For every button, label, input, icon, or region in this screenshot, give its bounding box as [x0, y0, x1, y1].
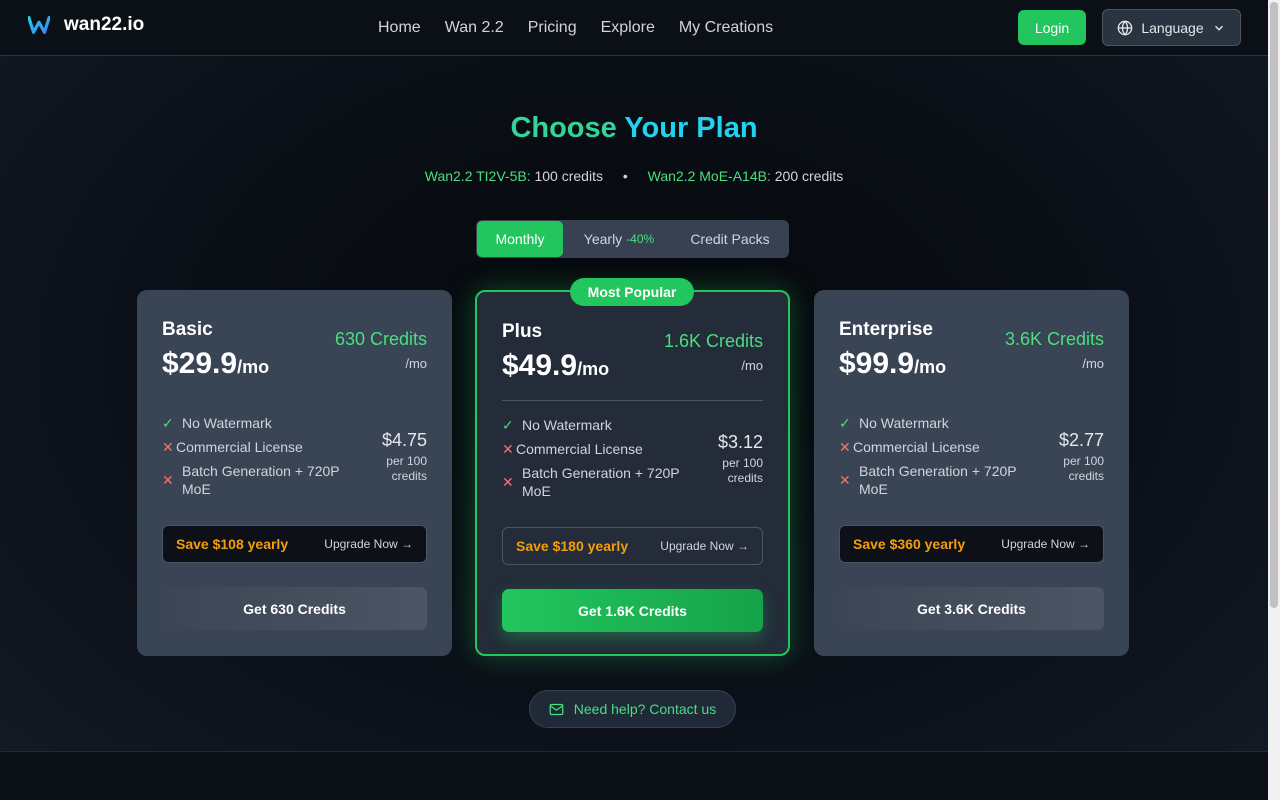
plan-credits: 1.6K Credits — [663, 331, 763, 351]
nav-wan22[interactable]: Wan 2.2 — [445, 19, 504, 37]
upgrade-link[interactable]: Upgrade Now → — [1001, 537, 1090, 551]
plan-credits-unit: /mo — [741, 358, 763, 373]
mail-icon — [549, 703, 564, 715]
chevron-down-icon — [1214, 25, 1223, 31]
model1-name: Wan2.2 TI2V-5B: — [424, 168, 531, 184]
nav-explore[interactable]: Explore — [601, 19, 655, 37]
feature-item: ✕ Commercial License — [162, 439, 303, 455]
plan-card-plus: Plus $49.9/mo 1.6K Credits /mo ✓ No Wate… — [475, 290, 790, 656]
main-nav: Home Wan 2.2 Pricing Explore My Creation… — [378, 0, 773, 56]
feature-item: ✓ No Watermark — [502, 417, 612, 433]
x-icon: ✕ — [502, 474, 514, 490]
nav-home[interactable]: Home — [378, 19, 421, 37]
most-popular-badge: Most Popular — [570, 278, 694, 306]
top-navbar: wan22.io Home Wan 2.2 Pricing Explore My… — [0, 0, 1268, 56]
feature-item: ✕ Batch Generation + 720P MoE — [839, 463, 1017, 497]
plan-name: Plus — [502, 321, 543, 342]
title-part-2: Your Plan — [624, 112, 758, 144]
plan-name: Enterprise — [839, 319, 933, 340]
login-button[interactable]: Login — [1018, 10, 1086, 45]
card-divider — [502, 400, 763, 401]
plan-card-enterprise: Enterprise $99.9/mo 3.6K Credits /mo ✓ N… — [814, 290, 1129, 656]
yearly-savings-box[interactable]: Save $108 yearly Upgrade Now → — [162, 525, 427, 563]
plan-price: $99.9/mo — [839, 347, 947, 380]
upgrade-link[interactable]: Upgrade Now → — [660, 539, 749, 553]
x-icon: ✕ — [162, 439, 174, 455]
price-per-100: $4.75 per 100 credits — [381, 430, 427, 483]
plan-credits-unit: /mo — [1082, 356, 1104, 371]
feature-list: ✓ No Watermark ✕ Commercial License ✕ Ba… — [162, 414, 357, 504]
brand-name: wan22.io — [64, 14, 145, 35]
check-icon: ✓ — [839, 415, 851, 431]
feature-item: ✕ Commercial License — [839, 439, 980, 455]
tab-credit-packs[interactable]: Credit Packs — [675, 221, 785, 257]
price-per-100: $2.77 per 100 credits — [1058, 430, 1104, 483]
x-icon: ✕ — [162, 472, 174, 488]
tab-yearly[interactable]: Yearly -40% — [563, 221, 675, 257]
credit-cost-info: Wan2.2 TI2V-5B: 100 credits • Wan2.2 MoE… — [0, 168, 1268, 184]
plan-credits: 630 Credits — [334, 329, 427, 349]
price-per-100: $3.12 per 100 credits — [717, 432, 763, 485]
nav-pricing[interactable]: Pricing — [528, 19, 577, 37]
plan-credits: 3.6K Credits — [1004, 329, 1104, 349]
yearly-discount-badge: -40% — [626, 232, 655, 246]
feature-item: ✕ Batch Generation + 720P MoE — [502, 465, 680, 499]
w-logo-icon — [28, 16, 50, 34]
feature-item: ✕ Commercial License — [502, 441, 643, 457]
x-icon: ✕ — [839, 439, 851, 455]
plan-card-basic: Basic $29.9/mo 630 Credits /mo ✓ No Wate… — [137, 290, 452, 656]
scrollbar-thumb[interactable] — [1270, 2, 1278, 608]
check-icon: ✓ — [162, 415, 174, 431]
yearly-savings-box[interactable]: Save $360 yearly Upgrade Now → — [839, 525, 1104, 563]
savings-text: Save $108 yearly — [176, 536, 289, 552]
plan-credits-unit: /mo — [405, 356, 427, 371]
separator-dot: • — [622, 168, 628, 184]
savings-text: Save $360 yearly — [853, 536, 966, 552]
get-credits-button[interactable]: Get 3.6K Credits — [839, 587, 1104, 630]
tab-monthly[interactable]: Monthly — [477, 221, 563, 257]
feature-list: ✓ No Watermark ✕ Commercial License ✕ Ba… — [839, 414, 1034, 504]
language-label: Language — [1141, 19, 1204, 36]
footer — [0, 752, 1268, 800]
brand-logo[interactable]: wan22.io — [28, 14, 144, 36]
x-icon: ✕ — [502, 441, 514, 457]
model2-name: Wan2.2 MoE-A14B: — [647, 168, 771, 184]
feature-item: ✓ No Watermark — [839, 415, 949, 431]
feature-item: ✓ No Watermark — [162, 415, 272, 431]
model1-credits: 100 credits — [534, 168, 603, 184]
page-title: Choose Your Plan — [0, 112, 1268, 145]
page-scrollbar[interactable] — [1268, 0, 1280, 800]
check-icon: ✓ — [502, 417, 514, 433]
model2-credits: 200 credits — [774, 168, 844, 184]
plan-name: Basic — [162, 319, 213, 340]
nav-my-creations[interactable]: My Creations — [679, 19, 773, 37]
plan-price: $29.9/mo — [162, 347, 270, 380]
plan-price: $49.9/mo — [502, 349, 610, 382]
get-credits-button[interactable]: Get 1.6K Credits — [502, 589, 763, 632]
feature-item: ✕ Batch Generation + 720P MoE — [162, 463, 340, 497]
tab-yearly-label: Yearly — [583, 231, 623, 247]
contact-help-button[interactable]: Need help? Contact us — [529, 690, 736, 728]
yearly-savings-box[interactable]: Save $180 yearly Upgrade Now → — [502, 527, 763, 565]
x-icon: ✕ — [839, 472, 851, 488]
feature-list: ✓ No Watermark ✕ Commercial License ✕ Ba… — [502, 416, 697, 506]
help-label: Need help? Contact us — [573, 701, 717, 717]
get-credits-button[interactable]: Get 630 Credits — [162, 587, 427, 630]
savings-text: Save $180 yearly — [516, 538, 629, 554]
billing-period-toggle: Monthly Yearly -40% Credit Packs — [476, 220, 789, 258]
upgrade-link[interactable]: Upgrade Now → — [324, 537, 413, 551]
title-part-1: Choose — [510, 112, 617, 144]
language-selector[interactable]: Language — [1102, 9, 1241, 46]
globe-icon — [1118, 20, 1133, 36]
